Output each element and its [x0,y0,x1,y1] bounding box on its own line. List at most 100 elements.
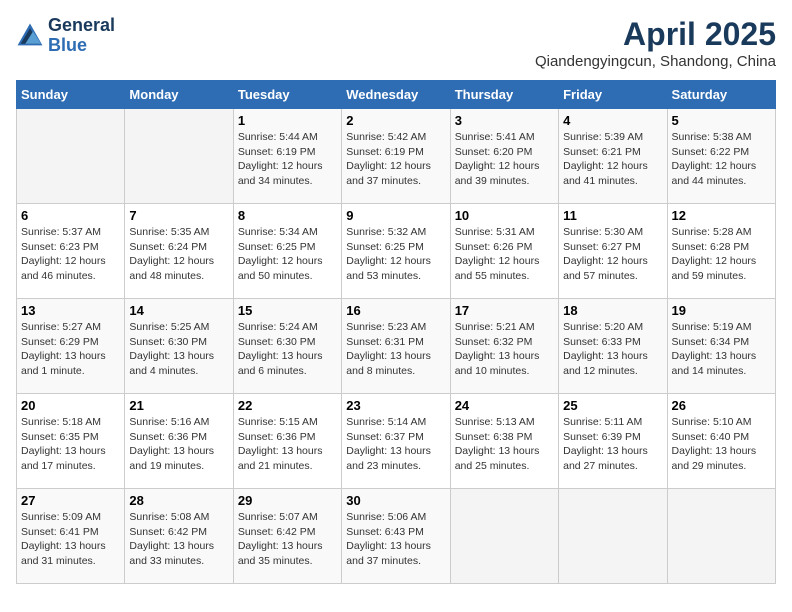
day-info: Sunrise: 5:19 AM Sunset: 6:34 PM Dayligh… [672,320,771,379]
weekday-header-monday: Monday [125,81,233,109]
calendar-cell: 3Sunrise: 5:41 AM Sunset: 6:20 PM Daylig… [450,109,558,204]
day-number: 6 [21,208,120,223]
calendar-cell: 10 Sunrise: 5:31 AM Sunset: 6:26 PM Dayli… [450,204,558,299]
week-row: 6 Sunrise: 5:37 AM Sunset: 6:23 PM Daylig… [17,204,776,299]
calendar-cell [125,109,233,204]
day-info: Sunrise: 5:06 AM Sunset: 6:43 PM Dayligh… [346,510,445,569]
calendar-cell: 5 Sunrise: 5:38 AM Sunset: 6:22 PM Daylig… [667,109,775,204]
day-info: Sunrise: 5:10 AM Sunset: 6:40 PM Dayligh… [672,415,771,474]
calendar-cell: 13Sunrise: 5:27 AM Sunset: 6:29 PM Dayli… [17,299,125,394]
calendar-cell [559,489,667,584]
weekday-header-row: SundayMondayTuesdayWednesdayThursdayFrid… [17,81,776,109]
day-info: Sunrise: 5:31 AM Sunset: 6:26 PM Dayligh… [455,225,554,284]
day-number: 25 [563,398,662,413]
day-number: 22 [238,398,337,413]
day-info: Sunrise: 5:41 AM Sunset: 6:20 PM Dayligh… [455,130,554,189]
calendar-table: SundayMondayTuesdayWednesdayThursdayFrid… [16,80,776,584]
day-number: 26 [672,398,771,413]
calendar-cell [17,109,125,204]
calendar-cell: 8 Sunrise: 5:34 AM Sunset: 6:25 PM Daylig… [233,204,341,299]
day-info: Sunrise: 5:30 AM Sunset: 6:27 PM Dayligh… [563,225,662,284]
day-number: 8 [238,208,337,223]
day-number: 11 [563,208,662,223]
day-info: Sunrise: 5:37 AM Sunset: 6:23 PM Dayligh… [21,225,120,284]
weekday-header-friday: Friday [559,81,667,109]
day-number: 19 [672,303,771,318]
day-info: Sunrise: 5:32 AM Sunset: 6:25 PM Dayligh… [346,225,445,284]
day-number: 17 [455,303,554,318]
calendar-cell: 25 Sunrise: 5:11 AM Sunset: 6:39 PM Dayli… [559,394,667,489]
day-number: 13 [21,303,120,318]
calendar-cell: 9 Sunrise: 5:32 AM Sunset: 6:25 PM Daylig… [342,204,450,299]
calendar-cell: 22 Sunrise: 5:15 AM Sunset: 6:36 PM Dayli… [233,394,341,489]
day-number: 5 [672,113,771,128]
calendar-cell: 14 Sunrise: 5:25 AM Sunset: 6:30 PM Dayli… [125,299,233,394]
logo: General Blue [16,16,115,56]
calendar-cell: 21 Sunrise: 5:16 AM Sunset: 6:36 PM Dayli… [125,394,233,489]
day-number: 14 [129,303,228,318]
logo-blue-text: Blue [48,35,87,55]
day-info: Sunrise: 5:34 AM Sunset: 6:25 PM Dayligh… [238,225,337,284]
day-number: 9 [346,208,445,223]
calendar-cell: 24 Sunrise: 5:13 AM Sunset: 6:38 PM Dayli… [450,394,558,489]
calendar-cell: 17Sunrise: 5:21 AM Sunset: 6:32 PM Dayli… [450,299,558,394]
calendar-cell: 11 Sunrise: 5:30 AM Sunset: 6:27 PM Dayli… [559,204,667,299]
day-number: 2 [346,113,445,128]
calendar-cell: 18Sunrise: 5:20 AM Sunset: 6:33 PM Dayli… [559,299,667,394]
day-number: 23 [346,398,445,413]
calendar-cell: 26 Sunrise: 5:10 AM Sunset: 6:40 PM Dayli… [667,394,775,489]
day-number: 20 [21,398,120,413]
day-number: 4 [563,113,662,128]
calendar-cell: 29Sunrise: 5:07 AM Sunset: 6:42 PM Dayli… [233,489,341,584]
day-number: 1 [238,113,337,128]
day-number: 21 [129,398,228,413]
week-row: 20 Sunrise: 5:18 AM Sunset: 6:35 PM Dayli… [17,394,776,489]
day-number: 27 [21,493,120,508]
location-subtitle: Qiandengyingcun, Shandong, China [535,53,776,70]
day-number: 15 [238,303,337,318]
day-info: Sunrise: 5:11 AM Sunset: 6:39 PM Dayligh… [563,415,662,474]
weekday-header-tuesday: Tuesday [233,81,341,109]
calendar-cell: 6 Sunrise: 5:37 AM Sunset: 6:23 PM Daylig… [17,204,125,299]
calendar-cell: 16 Sunrise: 5:23 AM Sunset: 6:31 PM Dayli… [342,299,450,394]
day-info: Sunrise: 5:39 AM Sunset: 6:21 PM Dayligh… [563,130,662,189]
day-info: Sunrise: 5:35 AM Sunset: 6:24 PM Dayligh… [129,225,228,284]
day-info: Sunrise: 5:25 AM Sunset: 6:30 PM Dayligh… [129,320,228,379]
day-number: 24 [455,398,554,413]
day-number: 18 [563,303,662,318]
title-area: April 2025 Qiandengyingcun, Shandong, Ch… [535,16,776,70]
week-row: 1 Sunrise: 5:44 AM Sunset: 6:19 PM Daylig… [17,109,776,204]
logo-icon [16,22,44,50]
day-number: 30 [346,493,445,508]
day-info: Sunrise: 5:08 AM Sunset: 6:42 PM Dayligh… [129,510,228,569]
calendar-cell: 4 Sunrise: 5:39 AM Sunset: 6:21 PM Daylig… [559,109,667,204]
day-info: Sunrise: 5:24 AM Sunset: 6:30 PM Dayligh… [238,320,337,379]
day-info: Sunrise: 5:38 AM Sunset: 6:22 PM Dayligh… [672,130,771,189]
weekday-header-thursday: Thursday [450,81,558,109]
day-info: Sunrise: 5:16 AM Sunset: 6:36 PM Dayligh… [129,415,228,474]
calendar-cell: 28 Sunrise: 5:08 AM Sunset: 6:42 PM Dayli… [125,489,233,584]
day-info: Sunrise: 5:18 AM Sunset: 6:35 PM Dayligh… [21,415,120,474]
logo-general-text: General [48,15,115,35]
day-info: Sunrise: 5:23 AM Sunset: 6:31 PM Dayligh… [346,320,445,379]
weekday-header-wednesday: Wednesday [342,81,450,109]
weekday-header-saturday: Saturday [667,81,775,109]
day-info: Sunrise: 5:14 AM Sunset: 6:37 PM Dayligh… [346,415,445,474]
day-number: 16 [346,303,445,318]
day-info: Sunrise: 5:28 AM Sunset: 6:28 PM Dayligh… [672,225,771,284]
calendar-cell: 7 Sunrise: 5:35 AM Sunset: 6:24 PM Daylig… [125,204,233,299]
day-number: 7 [129,208,228,223]
logo-text: General Blue [48,16,115,56]
calendar-cell: 27Sunrise: 5:09 AM Sunset: 6:41 PM Dayli… [17,489,125,584]
weekday-header-sunday: Sunday [17,81,125,109]
calendar-cell: 2Sunrise: 5:42 AM Sunset: 6:19 PM Daylig… [342,109,450,204]
day-info: Sunrise: 5:44 AM Sunset: 6:19 PM Dayligh… [238,130,337,189]
day-info: Sunrise: 5:15 AM Sunset: 6:36 PM Dayligh… [238,415,337,474]
calendar-cell: 23 Sunrise: 5:14 AM Sunset: 6:37 PM Dayli… [342,394,450,489]
day-info: Sunrise: 5:13 AM Sunset: 6:38 PM Dayligh… [455,415,554,474]
day-number: 28 [129,493,228,508]
calendar-cell [667,489,775,584]
calendar-cell: 12Sunrise: 5:28 AM Sunset: 6:28 PM Dayli… [667,204,775,299]
day-number: 10 [455,208,554,223]
week-row: 13Sunrise: 5:27 AM Sunset: 6:29 PM Dayli… [17,299,776,394]
